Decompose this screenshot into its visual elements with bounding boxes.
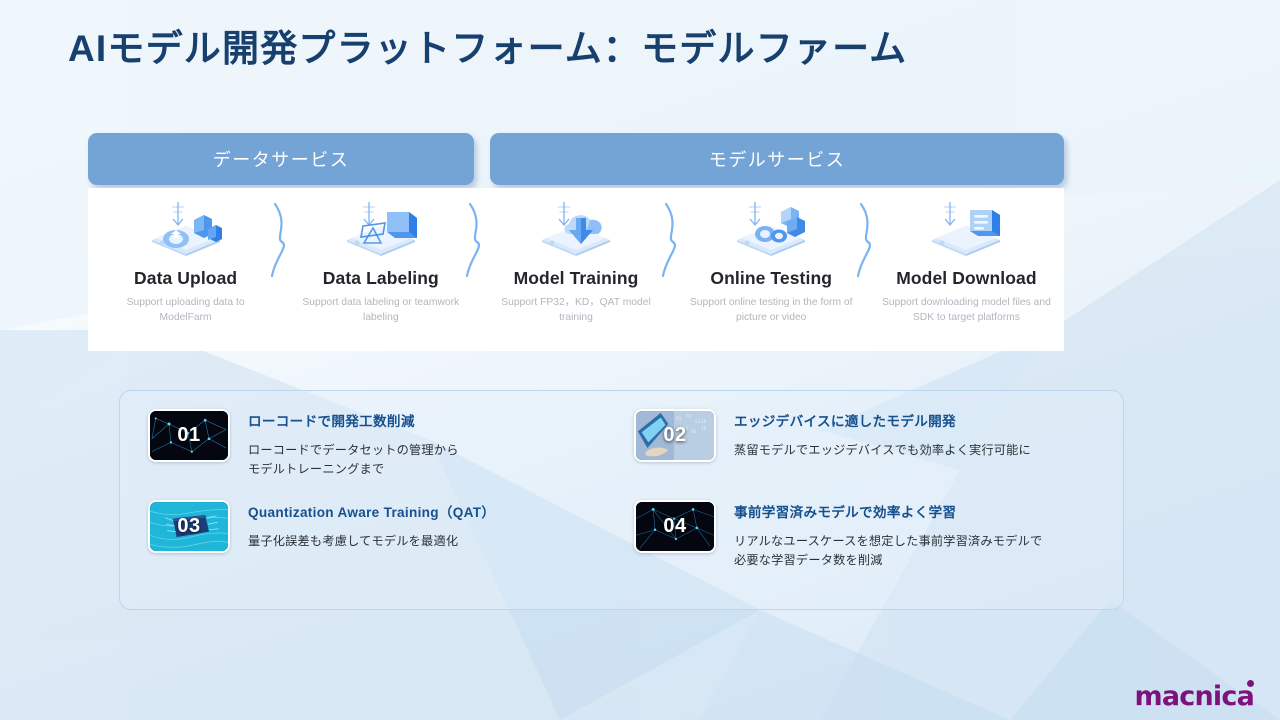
step-title: Model Download <box>896 268 1037 288</box>
brand-name: macnica <box>1134 681 1255 712</box>
chip-circuit-thumbnail: 03 <box>148 500 230 553</box>
feature-desc-line: ローコードでデータセットの管理から <box>248 443 459 457</box>
tab-model-service[interactable]: モデルサービス <box>490 133 1064 185</box>
features-card: 01 ローコードで開発工数削減 ローコードでデータセットの管理から モデルトレー… <box>119 390 1124 610</box>
feature-description: ローコードでデータセットの管理から モデルトレーニングまで <box>248 441 459 479</box>
feature-title: 事前学習済みモデルで効率よく学習 <box>734 505 957 520</box>
step-title: Online Testing <box>710 268 833 288</box>
slide-content: AIモデル開発プラットフォーム：モデルファーム データサービス モデルサービス <box>0 0 1280 720</box>
feature-desc-line: 必要な学習データ数を削減 <box>734 552 883 567</box>
macnica-logo: macnica <box>1134 680 1255 712</box>
step-title: Data Labeling <box>322 268 439 288</box>
feature-text: ローコードで開発工数削減 ローコードでデータセットの管理から モデルトレーニング… <box>248 409 459 479</box>
feature-number: 03 <box>177 515 201 537</box>
feature-description: 量子化誤差も考慮してモデルを最適化 <box>248 532 495 551</box>
step-title: Model Training <box>513 268 639 288</box>
feature-desc-line: 量子化誤差も考慮してモデルを最適化 <box>248 534 459 548</box>
feature-desc-line: モデルトレーニングまで <box>248 461 385 476</box>
step-desc: Support uploading data to ModelFarm <box>126 297 245 323</box>
page-title: AIモデル開発プラットフォーム：モデルファーム <box>68 28 908 69</box>
workflow-step-data-labeling[interactable]: Data Labeling Support data labeling or t… <box>283 188 481 351</box>
step-desc: Support data labeling or teamwork labeli… <box>302 297 460 323</box>
tablet-device-thumbnail: 01 10 0110 101 01 10 02 <box>634 409 716 462</box>
tab-data-service[interactable]: データサービス <box>88 133 474 185</box>
step-desc: Support downloading model files and SDK … <box>881 297 1051 323</box>
neural-network-thumbnail: 01 <box>148 409 230 462</box>
model-training-icon <box>542 202 610 256</box>
workflow-step-model-training[interactable]: Model Training Support FP32，KD，QAT model… <box>478 188 676 351</box>
feature-desc-line: 蒸留モデルでエッジデバイスでも効率よく実行可能に <box>734 443 1031 457</box>
feature-title: エッジデバイスに適したモデル開発 <box>734 414 956 429</box>
feature-number: 01 <box>177 424 201 446</box>
logo-dot <box>1246 680 1254 687</box>
data-upload-icon <box>151 202 222 256</box>
feature-number: 02 <box>663 424 687 446</box>
feature-description: リアルなユースケースを想定した事前学習済みモデルで 必要な学習データ数を削減 <box>734 532 1042 570</box>
feature-title: Quantization Aware Training（QAT） <box>248 505 496 520</box>
tab-data-service-label: データサービス <box>212 150 350 170</box>
workflow-steps: Data Upload Support uploading data to Mo… <box>88 188 1064 351</box>
step-desc: Support FP32，KD，QAT model training <box>501 297 651 323</box>
feature-item-04[interactable]: 04 事前学習済みモデルで効率よく学習 リアルなユースケースを想定した事前学習済… <box>634 500 1113 591</box>
feature-title: ローコードで開発工数削減 <box>248 414 415 429</box>
feature-number: 04 <box>663 515 687 537</box>
workflow-step-model-download[interactable]: Model Download Support downloading model… <box>869 188 1064 351</box>
feature-desc-line: リアルなユースケースを想定した事前学習済みモデルで <box>734 534 1043 548</box>
feature-text: エッジデバイスに適したモデル開発 蒸留モデルでエッジデバイスでも効率よく実行可能… <box>734 409 1031 460</box>
data-labeling-icon <box>346 202 417 256</box>
online-testing-icon <box>737 202 806 256</box>
workflow-step-data-upload[interactable]: Data Upload Support uploading data to Mo… <box>88 188 286 351</box>
feature-text: Quantization Aware Training（QAT） 量子化誤差も考… <box>248 500 495 551</box>
tab-model-service-label: モデルサービス <box>708 150 846 170</box>
workflow-panel: Data Upload Support uploading data to Mo… <box>88 188 1064 351</box>
model-download-icon <box>932 202 1001 256</box>
step-title: Data Upload <box>134 268 238 288</box>
step-desc: Support online testing in the form of pi… <box>689 297 853 323</box>
feature-item-03[interactable]: 03 Quantization Aware Training（QAT） 量子化誤… <box>148 500 634 591</box>
features-grid: 01 ローコードで開発工数削減 ローコードでデータセットの管理から モデルトレー… <box>120 391 1123 609</box>
network-mesh-thumbnail: 04 <box>634 500 716 553</box>
feature-text: 事前学習済みモデルで効率よく学習 リアルなユースケースを想定した事前学習済みモデ… <box>734 500 1042 570</box>
feature-item-01[interactable]: 01 ローコードで開発工数削減 ローコードでデータセットの管理から モデルトレー… <box>148 409 634 500</box>
workflow-step-online-testing[interactable]: Online Testing Support online testing in… <box>674 188 871 351</box>
feature-description: 蒸留モデルでエッジデバイスでも効率よく実行可能に <box>734 441 1031 460</box>
feature-item-02[interactable]: 01 10 0110 101 01 10 02 エッジデバイスに適したモデル開発 蒸留… <box>634 409 1113 500</box>
